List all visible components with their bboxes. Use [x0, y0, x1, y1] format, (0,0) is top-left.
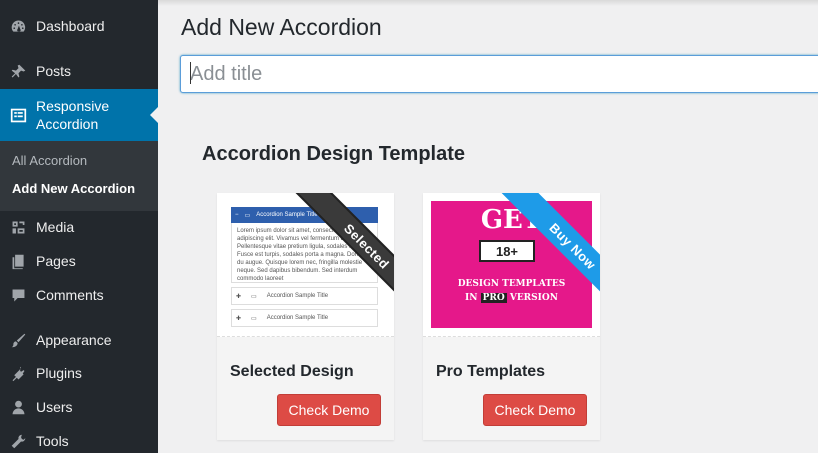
dashboard-icon: [0, 18, 36, 35]
minus-icon: −: [235, 212, 239, 218]
title-input[interactable]: [180, 55, 818, 93]
preview-box-icon: ▭: [251, 293, 257, 300]
template-card-selected: − ▭ Accordion Sample Title Lorem ipsum d…: [217, 193, 394, 440]
template-thumbnail[interactable]: GET 18+ DESIGN TEMPLATES IN PRO VERSION …: [423, 193, 600, 337]
sidebar-item-label: Users: [36, 399, 73, 415]
promo-version-text: VERSION: [509, 293, 558, 303]
admin-bar-shadow: [158, 0, 818, 6]
promo-in-text: IN: [465, 293, 478, 303]
preview-box-icon: ▭: [251, 315, 257, 322]
sidebar-item-plugins[interactable]: Plugins: [0, 361, 158, 385]
admin-sidebar: Dashboard Posts Responsive Accordion All…: [0, 0, 158, 453]
preview-accordion-row: ✚ ▭ Accordion Sample Title: [231, 287, 378, 305]
sidebar-item-appearance[interactable]: Appearance: [0, 328, 158, 352]
sidebar-item-label: Posts: [36, 63, 72, 79]
sidebar-item-posts[interactable]: Posts: [0, 59, 158, 83]
check-demo-button[interactable]: Check Demo: [277, 394, 381, 426]
preview-accordion-row: ✚ ▭ Accordion Sample Title: [231, 309, 378, 327]
card-title: Selected Design: [230, 363, 354, 380]
user-icon: [0, 399, 36, 416]
sidebar-item-label: Tools: [36, 433, 69, 449]
wrench-icon: [0, 433, 36, 450]
pages-icon: [0, 253, 36, 270]
sidebar-item-comments[interactable]: Comments: [0, 283, 158, 307]
section-title: Accordion Design Template: [202, 143, 466, 165]
sidebar-item-label: Dashboard: [36, 18, 105, 34]
plus-icon: ✚: [236, 293, 242, 300]
plugin-icon: [0, 365, 36, 382]
preview-header-text: Accordion Sample Title: [256, 212, 318, 218]
promo-count-badge: 18+: [479, 240, 535, 262]
sidebar-item-label-line1: Responsive: [36, 98, 110, 114]
accordion-icon: [0, 107, 36, 124]
sidebar-item-label-line2: Accordion: [36, 116, 99, 132]
brush-icon: [0, 332, 36, 349]
card-footer: Pro Templates Check Demo: [423, 337, 600, 440]
preview-row-text: Accordion Sample Title: [266, 315, 329, 321]
sidebar-item-label: Comments: [36, 287, 104, 303]
active-menu-arrow: [150, 107, 158, 123]
sidebar-item-media[interactable]: Media: [0, 215, 158, 239]
sidebar-item-dashboard[interactable]: Dashboard: [0, 14, 158, 38]
card-footer: Selected Design Check Demo: [217, 337, 394, 440]
preview-box-icon: ▭: [244, 212, 251, 219]
check-demo-button[interactable]: Check Demo: [483, 394, 587, 426]
promo-line-2: IN PRO VERSION: [431, 293, 592, 303]
comment-icon: [0, 287, 36, 304]
sidebar-item-pages[interactable]: Pages: [0, 249, 158, 273]
template-thumbnail[interactable]: − ▭ Accordion Sample Title Lorem ipsum d…: [217, 193, 394, 337]
submenu-item-add-new-accordion[interactable]: Add New Accordion: [12, 181, 135, 196]
text-cursor: [190, 62, 191, 84]
sidebar-item-responsive-accordion[interactable]: Responsive Accordion: [0, 89, 158, 141]
plus-icon: ✚: [236, 315, 242, 322]
sidebar-item-label: Appearance: [36, 332, 112, 348]
promo-pro-label: PRO: [480, 293, 507, 303]
promo-line-1: DESIGN TEMPLATES: [457, 279, 566, 289]
sidebar-item-label: Pages: [36, 253, 76, 269]
sidebar-item-users[interactable]: Users: [0, 395, 158, 419]
sidebar-item-label: Media: [36, 219, 75, 235]
submenu-item-all-accordion[interactable]: All Accordion: [12, 153, 87, 168]
page-title: Add New Accordion: [181, 14, 382, 40]
sidebar-item-tools[interactable]: Tools: [0, 429, 158, 453]
sidebar-submenu: All Accordion Add New Accordion: [0, 141, 158, 211]
preview-row-text: Accordion Sample Title: [266, 293, 329, 299]
pin-icon: [0, 63, 36, 80]
sidebar-item-label: Responsive Accordion: [36, 97, 109, 133]
media-icon: [0, 219, 36, 236]
pro-promo-banner: GET 18+ DESIGN TEMPLATES IN PRO VERSION: [431, 201, 592, 328]
sidebar-item-label: Plugins: [36, 365, 82, 381]
card-title: Pro Templates: [436, 363, 546, 380]
template-card-pro: GET 18+ DESIGN TEMPLATES IN PRO VERSION …: [423, 193, 600, 440]
